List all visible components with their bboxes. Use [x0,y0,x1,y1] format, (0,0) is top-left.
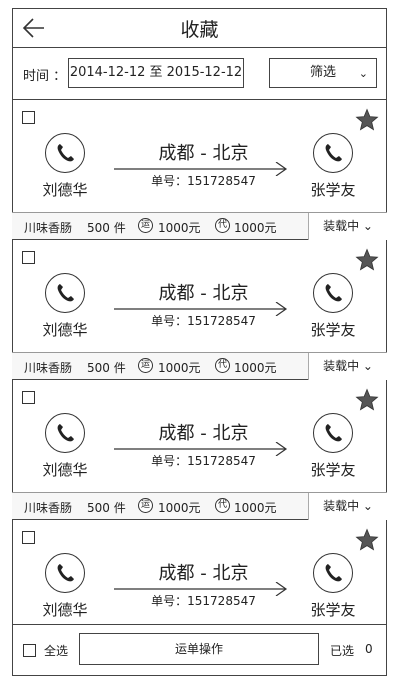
cargo-name: 川味香肠 [24,361,73,375]
receiver-name: 张学友 [310,601,356,619]
card-checkbox[interactable] [22,251,35,264]
waybill-card[interactable]: 刘德华 成都 - 北京 单号：151728547 张学友 川味香肠 500 件 … [12,100,387,240]
sender-name: 刘德华 [42,321,88,339]
filter-label: 筛选 [309,65,336,80]
waybill-card[interactable]: 刘德华 成都 - 北京 单号：151728547 张学友 川味香肠 500 件 … [12,380,387,520]
star-icon[interactable] [355,388,379,412]
freight-amount: 1000元 [158,221,201,235]
sender-name: 刘德华 [42,461,88,479]
card-main: 刘德华 成都 - 北京 单号：151728547 张学友 [12,520,387,632]
card-main: 刘德华 成都 - 北京 单号：151728547 张学友 [12,380,387,492]
freight-amount: 1000元 [158,501,201,515]
receiver-phone-icon[interactable] [313,413,353,453]
sender-phone-icon[interactable] [45,413,85,453]
card-footer: 川味香肠 500 件 运 1000元 代 1000元 装载中 ⌄ [12,492,387,520]
header: 收藏 [12,8,387,48]
receiver-name: 张学友 [310,321,356,339]
star-icon[interactable] [355,528,379,552]
order-number: 单号：151728547 [151,594,256,608]
receiver-phone-icon[interactable] [313,133,353,173]
freight-icon: 运 [138,358,153,373]
sender-phone-icon[interactable] [45,273,85,313]
sender-phone-icon[interactable] [45,553,85,593]
waybill-card[interactable]: 刘德华 成都 - 北京 单号：151728547 张学友 [12,520,387,624]
waybill-card[interactable]: 刘德华 成都 - 北京 单号：151728547 张学友 川味香肠 500 件 … [12,240,387,380]
receiver-name: 张学友 [310,461,356,479]
cod-amount: 1000元 [234,361,277,375]
status-dropdown[interactable]: 装载中 ⌄ [308,213,387,240]
cargo-quantity: 500 件 [87,361,126,375]
chevron-down-icon: ⌄ [358,67,368,80]
star-icon[interactable] [355,108,379,132]
status-dropdown[interactable]: 装载中 ⌄ [308,353,387,380]
cargo-quantity: 500 件 [87,501,126,515]
filter-bar: 时间 ： 2014-12-12 至 2015-12-12 筛选 ⌄ [12,48,387,100]
star-icon[interactable] [355,248,379,272]
cod-icon: 代 [215,498,230,513]
cargo-quantity: 500 件 [87,221,126,235]
filter-dropdown[interactable]: 筛选 ⌄ [269,58,377,88]
card-checkbox[interactable] [22,391,35,404]
time-label: 时间 ： [23,69,67,84]
order-number: 单号：151728547 [151,454,256,468]
card-footer: 川味香肠 500 件 运 1000元 代 1000元 装载中 ⌄ [12,352,387,380]
status-dropdown[interactable]: 装载中 ⌄ [308,493,387,520]
selected-count: 0 [365,642,373,656]
freight-amount: 1000元 [158,361,201,375]
cargo-name: 川味香肠 [24,221,73,235]
receiver-name: 张学友 [310,181,356,199]
page-title: 收藏 [180,19,219,41]
order-number: 单号：151728547 [151,174,256,188]
card-footer: 川味香肠 500 件 运 1000元 代 1000元 装载中 ⌄ [12,212,387,240]
cargo-name: 川味香肠 [24,501,73,515]
date-range-input[interactable]: 2014-12-12 至 2015-12-12 [68,58,244,88]
card-checkbox[interactable] [22,531,35,544]
card-main: 刘德华 成都 - 北京 单号：151728547 张学友 [12,100,387,212]
cod-icon: 代 [215,358,230,373]
cod-amount: 1000元 [234,221,277,235]
card-main: 刘德华 成都 - 北京 单号：151728547 张学友 [12,240,387,352]
footer-bar: 全选 运单操作 已选 0 [12,624,387,676]
selected-label: 已选 [330,644,355,658]
sender-phone-icon[interactable] [45,133,85,173]
waybill-operation-button[interactable]: 运单操作 [79,633,319,665]
freight-icon: 运 [138,218,153,233]
select-all-checkbox[interactable] [23,644,36,657]
freight-icon: 运 [138,498,153,513]
receiver-phone-icon[interactable] [313,553,353,593]
cod-amount: 1000元 [234,501,277,515]
select-all-label: 全选 [44,644,69,658]
sender-name: 刘德华 [42,601,88,619]
card-checkbox[interactable] [22,111,35,124]
cod-icon: 代 [215,218,230,233]
sender-name: 刘德华 [42,181,88,199]
receiver-phone-icon[interactable] [313,273,353,313]
order-number: 单号：151728547 [151,314,256,328]
